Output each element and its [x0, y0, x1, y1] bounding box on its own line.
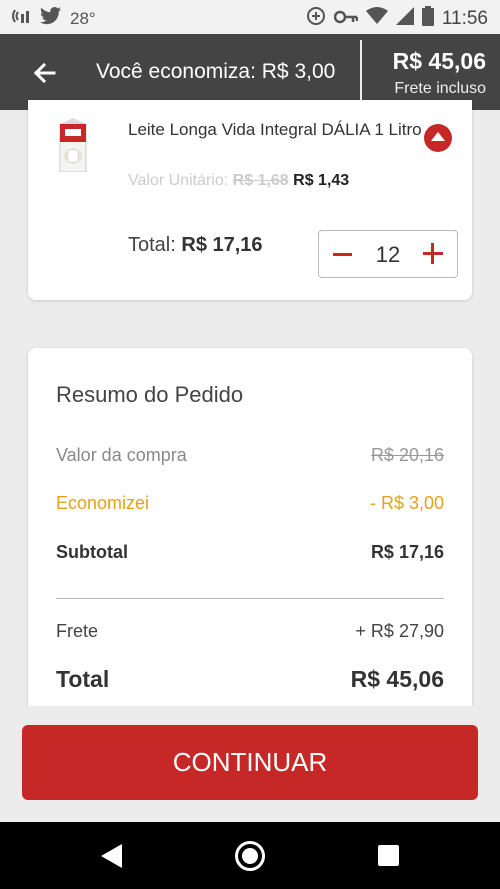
- wifi-icon: [365, 7, 388, 30]
- unit-price-old: R$ 1,68: [232, 172, 289, 189]
- temperature-text: 28°: [70, 8, 96, 28]
- shipping-value: + R$ 27,90: [355, 621, 444, 641]
- total-value: R$ 45,06: [350, 666, 444, 692]
- product-total-label: Total:: [128, 234, 176, 256]
- clock: 11:56: [441, 7, 488, 29]
- product-card: Leite Longa Vida Integral DÁLIA 1 Litro …: [28, 100, 472, 300]
- battery-icon: [421, 6, 434, 31]
- subtotal-label: Subtotal: [56, 542, 128, 562]
- subtotal-row: Subtotal R$ 17,16: [56, 542, 444, 563]
- nav-recents-icon[interactable]: [378, 845, 399, 866]
- savings-row: Economizei - R$ 3,00: [56, 493, 444, 514]
- product-total-value: R$ 17,16: [181, 234, 263, 256]
- nav-back-icon[interactable]: [101, 844, 122, 868]
- footer: CONTINUAR: [0, 706, 500, 822]
- quantity-stepper: 12: [318, 230, 458, 278]
- header-total-price: R$ 45,06: [392, 48, 486, 74]
- unit-price-label: Valor Unitário:: [128, 172, 229, 189]
- quantity-value[interactable]: 12: [365, 242, 411, 268]
- purchase-label: Valor da compra: [56, 445, 187, 465]
- vpn-key-icon: [333, 9, 359, 29]
- summary-title: Resumo do Pedido: [56, 382, 244, 407]
- total-label: Total: [56, 666, 110, 692]
- purchase-value-row: Valor da compra R$ 20,16: [56, 445, 444, 466]
- subtotal-value: R$ 17,16: [370, 542, 444, 562]
- nav-home-icon[interactable]: [235, 841, 265, 871]
- shipping-label: Frete: [56, 621, 99, 641]
- shipping-row: Frete + R$ 27,90: [56, 621, 444, 642]
- status-bar: 28° 11:56: [0, 0, 500, 34]
- unit-price-new: R$ 1,43: [293, 172, 350, 189]
- summary-divider: [56, 598, 444, 599]
- total-row: Total R$ 45,06: [56, 666, 444, 693]
- data-saver-icon: [306, 6, 326, 31]
- continue-button[interactable]: CONTINUAR: [22, 725, 478, 800]
- product-image: [56, 118, 90, 173]
- hotspot-icon: [10, 6, 32, 31]
- savings-value: - R$ 3,00: [369, 493, 444, 513]
- unit-price: Valor Unitário: R$ 1,68 R$ 1,43: [128, 172, 349, 190]
- minus-icon[interactable]: [333, 242, 353, 266]
- back-arrow-icon[interactable]: [28, 56, 62, 90]
- product-name: Leite Longa Vida Integral DÁLIA 1 Litro: [128, 120, 422, 139]
- savings-label: Economizei: [56, 493, 150, 513]
- shipping-included-text: Frete incluso: [394, 80, 486, 97]
- twitter-icon: [40, 7, 62, 30]
- system-nav-bar: [0, 822, 500, 889]
- plus-icon[interactable]: [423, 242, 445, 266]
- product-total: Total: R$ 17,16: [128, 234, 263, 257]
- order-summary-card: Resumo do Pedido Valor da compra R$ 20,1…: [28, 348, 472, 718]
- divider: [360, 40, 362, 106]
- savings-text: Você economiza: R$ 3,00: [96, 60, 336, 83]
- collapse-up-icon[interactable]: [424, 124, 452, 152]
- signal-icon: [395, 7, 414, 30]
- purchase-value: R$ 20,16: [370, 445, 444, 465]
- app-bar: Você economiza: R$ 3,00 R$ 45,06 Frete i…: [0, 34, 500, 110]
